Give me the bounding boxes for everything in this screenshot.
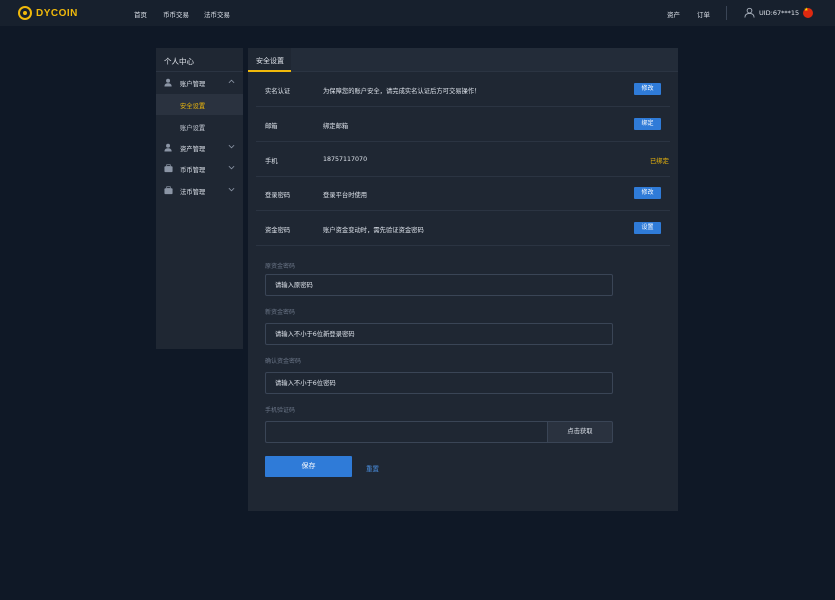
sidebar-subitem-label: 安全设置 [180, 103, 206, 110]
sidebar-item-assets[interactable]: 资产管理 [156, 137, 243, 158]
user-uid[interactable]: UID:67***15 [759, 9, 799, 17]
phone-bound-status: 已绑定 [650, 158, 669, 165]
logo-text: DYCOIN [36, 7, 78, 19]
sidebar-item-label: 资产管理 [180, 146, 206, 153]
user-icon [164, 78, 172, 87]
logo[interactable]: DYCOIN [18, 6, 78, 20]
login-password-edit-button[interactable]: 修改 [634, 187, 661, 199]
exchange-icon [164, 164, 173, 173]
row-name: 实名认证 [265, 88, 291, 95]
sms-code-input[interactable] [265, 421, 548, 443]
sidebar-item-fiat[interactable]: 法币管理 [156, 180, 243, 201]
sidebar-item-spot[interactable]: 币币管理 [156, 158, 243, 179]
fund-password-set-button[interactable]: 设置 [634, 222, 661, 234]
tab-label: 安全设置 [256, 57, 284, 65]
row-name: 登录密码 [265, 192, 291, 199]
confirm-password-input[interactable] [265, 372, 613, 394]
row-real-name: 实名认证 为保障您的账户安全，请完成实名认证后方可交易操作！ 修改 [256, 72, 670, 107]
fiat-icon [164, 186, 173, 195]
row-name: 邮箱 [265, 123, 278, 130]
reset-link[interactable]: 重置 [366, 463, 379, 473]
chevron-up-icon [228, 79, 235, 84]
confirm-password-label: 确认资金密码 [265, 358, 302, 365]
nav-orders[interactable]: 订单 [697, 9, 710, 19]
sidebar-item-label: 币币管理 [180, 167, 206, 174]
old-password-input[interactable] [265, 274, 613, 296]
row-fund-password: 资金密码 账户资金变动时，需先验证资金密码 设置 [256, 211, 670, 246]
get-code-button[interactable]: 点击获取 [547, 421, 613, 443]
header-divider [726, 6, 727, 20]
nav-home[interactable]: 首页 [134, 9, 147, 19]
row-email: 邮箱 绑定邮箱 绑定 [256, 107, 670, 142]
nav-spot-trade[interactable]: 币币交易 [163, 9, 189, 19]
tab-security[interactable]: 安全设置 [248, 48, 291, 72]
sms-code-label: 手机验证码 [265, 407, 296, 414]
tab-bar: 安全设置 [248, 48, 678, 72]
sidebar-subitem-account-settings[interactable]: 账户设置 [156, 116, 243, 137]
row-desc: 账户资金变动时，需先验证资金密码 [323, 227, 424, 234]
email-bind-button[interactable]: 绑定 [634, 118, 661, 130]
sidebar-subitem-security[interactable]: 安全设置 [156, 94, 243, 115]
nav-assets[interactable]: 资产 [667, 9, 680, 19]
new-password-input[interactable] [265, 323, 613, 345]
row-desc: 登录平台时使用 [323, 192, 368, 199]
sidebar-item-label: 账户管理 [180, 81, 206, 88]
chevron-down-icon [228, 187, 235, 192]
sidebar-item-account[interactable]: 账户管理 [156, 72, 243, 93]
row-desc: 绑定邮箱 [323, 123, 349, 130]
nav-fiat-trade[interactable]: 法币交易 [204, 9, 230, 19]
row-desc: 18757117070 [323, 156, 368, 163]
logo-icon [18, 6, 32, 20]
row-name: 资金密码 [265, 227, 291, 234]
row-login-password: 登录密码 登录平台时使用 修改 [256, 176, 670, 211]
chevron-down-icon [228, 165, 235, 170]
sidebar-title: 个人中心 [164, 57, 194, 66]
save-button[interactable]: 保存 [265, 456, 352, 477]
old-password-label: 原资金密码 [265, 263, 296, 270]
sidebar: 个人中心 账户管理 安全设置 账户设置 资产管理 币币管理 法币管理 [156, 48, 243, 349]
row-name: 手机 [265, 158, 278, 165]
new-password-label: 新资金密码 [265, 309, 296, 316]
asset-icon [164, 143, 172, 152]
chevron-down-icon [228, 144, 235, 149]
sidebar-subitem-label: 账户设置 [180, 125, 206, 132]
row-phone: 手机 18757117070 已绑定 [256, 142, 670, 177]
row-desc: 为保障您的账户安全，请完成实名认证后方可交易操作！ [323, 88, 481, 95]
real-name-edit-button[interactable]: 修改 [634, 83, 661, 95]
china-flag-icon[interactable] [803, 7, 813, 18]
top-bar: DYCOIN 首页 币币交易 法币交易 资产 订单 UID:67***15 [0, 0, 835, 26]
sidebar-item-label: 法币管理 [180, 189, 206, 196]
user-icon[interactable] [744, 7, 755, 18]
